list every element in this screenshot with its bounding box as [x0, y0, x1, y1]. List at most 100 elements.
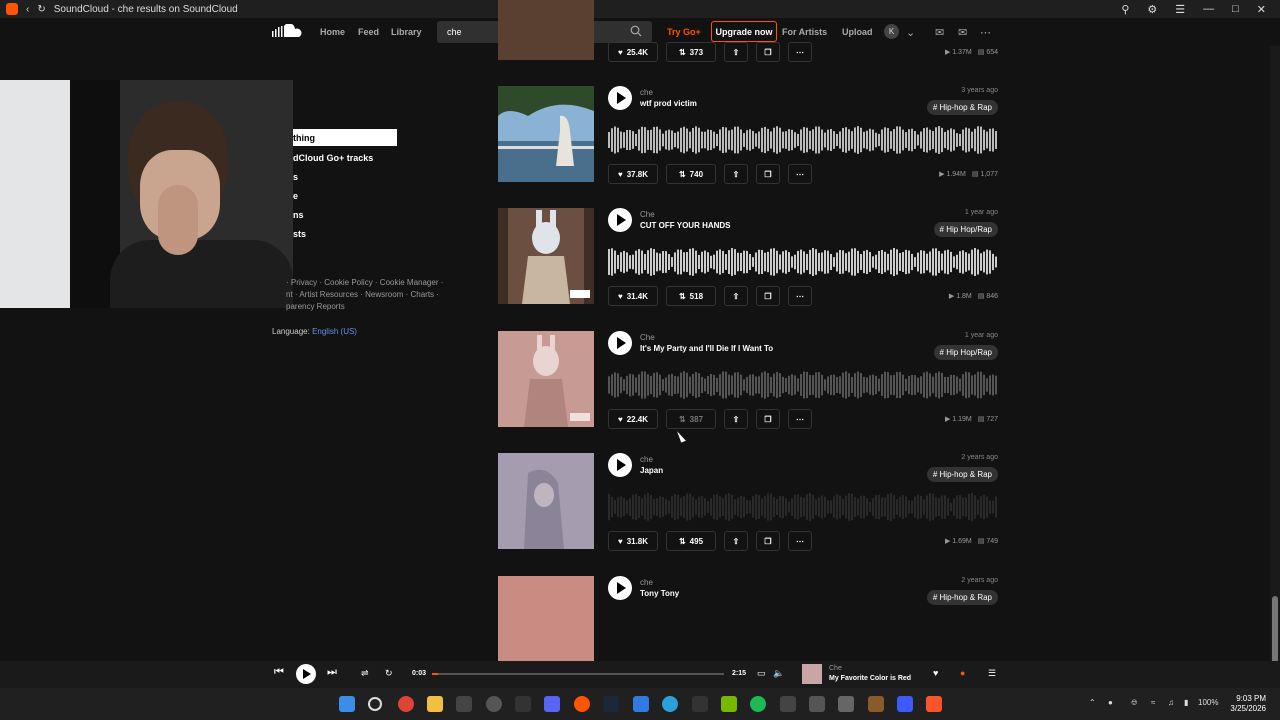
genre-tag[interactable]: # Hip-hop & Rap	[926, 467, 998, 482]
repost-button[interactable]: ⇅ 518	[666, 286, 716, 306]
steam-icon[interactable]	[603, 696, 619, 712]
start-icon[interactable]	[339, 696, 355, 712]
track-title[interactable]: Japan	[640, 466, 663, 475]
now-playing-artwork[interactable]	[802, 664, 822, 684]
genre-tag[interactable]: # Hip-hop & Rap	[926, 100, 998, 115]
track-artist[interactable]: Che	[640, 210, 655, 219]
nav-library[interactable]: Library	[391, 27, 422, 37]
track-title[interactable]: CUT OFF YOUR HANDS	[640, 221, 731, 230]
like-button[interactable]: ♥ 25.4K	[608, 42, 658, 62]
track-artwork[interactable]	[498, 208, 594, 304]
page-scrollbar[interactable]	[1270, 46, 1280, 686]
minimize-icon[interactable]: —	[1203, 3, 1214, 15]
play-button[interactable]	[608, 86, 632, 110]
tray-chevron-icon[interactable]: ⌃	[1089, 698, 1096, 707]
waveform[interactable]	[608, 244, 998, 280]
app-icon[interactable]	[486, 696, 502, 712]
progress-bar[interactable]	[432, 673, 724, 675]
now-playing-artist[interactable]: Che	[829, 665, 842, 672]
genre-tag[interactable]: # Hip Hop/Rap	[933, 345, 998, 360]
track-artwork[interactable]	[498, 453, 594, 549]
volume-icon[interactable]: ♫	[1168, 698, 1174, 707]
shuffle-icon[interactable]: ⇌	[361, 668, 369, 679]
more-button[interactable]: ⋯	[788, 164, 812, 184]
waveform[interactable]	[608, 367, 998, 403]
copy-link-button[interactable]: ❐	[756, 164, 780, 184]
app-icon[interactable]	[780, 696, 796, 712]
genre-tag[interactable]: # Hip-hop & Rap	[926, 590, 998, 605]
app-icon[interactable]	[692, 696, 708, 712]
track-artist[interactable]: Che	[640, 333, 655, 342]
play-button[interactable]	[608, 453, 632, 477]
waveform[interactable]	[608, 122, 998, 158]
like-button[interactable]: ♥ 22.4K	[608, 409, 658, 429]
track-artwork[interactable]	[498, 576, 594, 661]
app-icon[interactable]	[838, 696, 854, 712]
track-title[interactable]: It's My Party and I'll Die If I Want To	[640, 344, 773, 353]
nvidia-icon[interactable]	[721, 696, 737, 712]
footer-line[interactable]: · Privacy · Cookie Policy · Cookie Manag…	[286, 277, 466, 289]
copy-link-button[interactable]: ❐	[756, 531, 780, 551]
minecraft-icon[interactable]	[868, 696, 884, 712]
track-title[interactable]: Tony Tony	[640, 589, 679, 598]
epic-games-icon[interactable]	[515, 696, 531, 712]
filter-tracks[interactable]: s	[293, 172, 298, 182]
reload-icon[interactable]: ↻	[37, 4, 45, 15]
share-button[interactable]: ⇧	[724, 164, 748, 184]
genre-tag[interactable]: # Hip Hop/Rap	[933, 222, 998, 237]
discord-icon[interactable]	[544, 696, 560, 712]
soundcloud-logo-icon[interactable]	[272, 24, 302, 38]
queue-icon[interactable]: ☰	[988, 668, 996, 679]
copy-link-button[interactable]: ❐	[756, 286, 780, 306]
telegram-icon[interactable]	[662, 696, 678, 712]
file-explorer-icon[interactable]	[427, 696, 443, 712]
app-icon[interactable]	[897, 696, 913, 712]
volume-icon[interactable]: 🔈	[773, 668, 784, 679]
repost-button[interactable]: ⇅ 373	[666, 42, 716, 62]
track-artwork[interactable]	[498, 331, 594, 427]
share-button[interactable]: ⇧	[724, 286, 748, 306]
waveform[interactable]	[608, 489, 998, 525]
more-button[interactable]: ⋯	[788, 42, 812, 62]
extensions-icon[interactable]: ⚙	[1147, 3, 1157, 16]
follow-icon[interactable]: ●	[960, 668, 965, 678]
chrome-icon[interactable]	[398, 696, 414, 712]
track-artist[interactable]: che	[640, 455, 653, 464]
wifi-icon[interactable]: ≈	[1151, 698, 1155, 707]
like-button[interactable]: ♥ 31.4K	[608, 286, 658, 306]
filter-people[interactable]: e	[293, 191, 298, 201]
search-icon[interactable]	[368, 697, 382, 711]
soundcloud-icon[interactable]	[574, 696, 590, 712]
play-pause-button[interactable]	[296, 664, 316, 684]
app-icon[interactable]	[809, 696, 825, 712]
system-clock[interactable]: 9:03 PM 3/25/2026	[1230, 694, 1266, 714]
track-artist[interactable]: che	[640, 88, 653, 97]
now-playing-title[interactable]: My Favorite Color is Red	[829, 675, 911, 682]
repost-button[interactable]: ⇅ 740	[666, 164, 716, 184]
maximize-icon[interactable]: □	[1232, 3, 1239, 15]
repost-button[interactable]: ⇅ 495	[666, 531, 716, 551]
track-artwork[interactable]	[498, 86, 594, 182]
filter-albums[interactable]: ns	[293, 210, 304, 220]
spotify-icon[interactable]	[750, 696, 766, 712]
more-button[interactable]: ⋯	[788, 409, 812, 429]
cast-icon[interactable]: ▭	[757, 668, 766, 679]
language-link[interactable]: English (US)	[312, 327, 357, 336]
nav-feed[interactable]: Feed	[358, 27, 379, 37]
like-button[interactable]: ♥ 31.8K	[608, 531, 658, 551]
more-button[interactable]: ⋯	[788, 286, 812, 306]
filter-go-tracks[interactable]: dCloud Go+ tracks	[293, 153, 373, 163]
footer-line[interactable]: parency Reports	[286, 301, 466, 313]
track-artwork[interactable]	[498, 0, 594, 60]
like-button[interactable]: ♥ 37.8K	[608, 164, 658, 184]
repost-button[interactable]: ⇅ 387	[666, 409, 716, 429]
app-icon[interactable]	[633, 696, 649, 712]
like-heart-icon[interactable]: ♥	[933, 668, 938, 678]
app-icon[interactable]	[456, 696, 472, 712]
filter-playlists[interactable]: sts	[293, 229, 306, 239]
brave-icon[interactable]	[926, 696, 942, 712]
footer-line[interactable]: nt · Artist Resources · Newsroom · Chart…	[286, 289, 466, 301]
repeat-icon[interactable]: ↻	[385, 668, 393, 679]
nav-home[interactable]: Home	[320, 27, 345, 37]
share-button[interactable]: ⇧	[724, 42, 748, 62]
